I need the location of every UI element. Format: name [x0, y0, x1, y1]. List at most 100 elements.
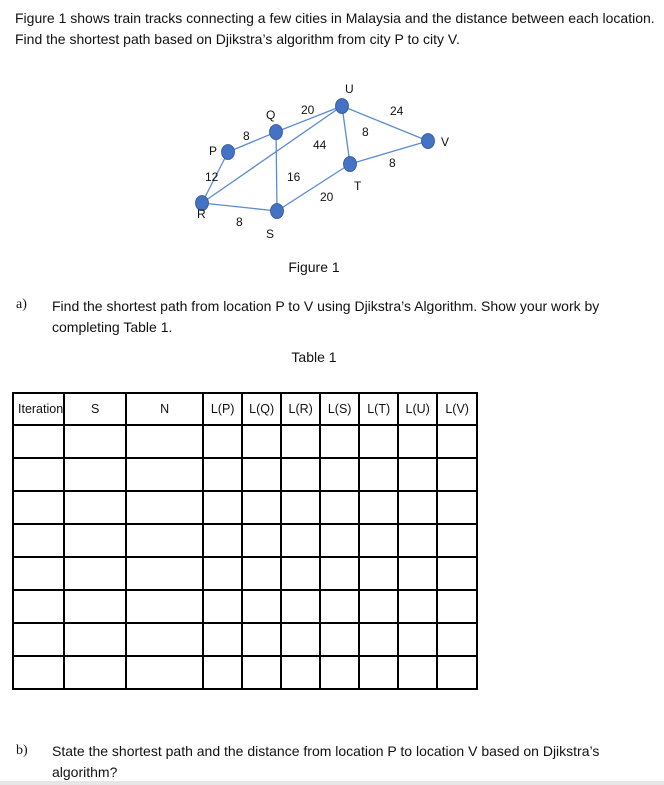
table-cell[interactable] [241, 457, 283, 492]
edge-weight-q-u: 20 [301, 103, 315, 117]
table-cell[interactable] [397, 523, 439, 558]
table-cell[interactable] [319, 556, 361, 591]
table-cell[interactable] [11, 655, 66, 690]
table-cell[interactable] [358, 622, 400, 657]
table-cell[interactable] [397, 490, 439, 525]
table-cell[interactable] [11, 556, 66, 591]
table-cell[interactable] [11, 589, 66, 624]
header-n: N [125, 392, 205, 426]
header-iteration: Iteration [11, 392, 66, 426]
table-cell[interactable] [11, 523, 66, 558]
table-cell[interactable] [280, 655, 322, 690]
table-cell[interactable] [241, 490, 283, 525]
table-cell[interactable] [63, 523, 128, 558]
table-cell[interactable] [358, 490, 400, 525]
table-cell[interactable] [202, 655, 244, 690]
table-cell[interactable] [319, 490, 361, 525]
table-cell[interactable] [436, 589, 479, 624]
table-caption: Table 1 [291, 349, 337, 365]
table-cell[interactable] [319, 589, 361, 624]
edge-weight-u-v: 24 [390, 104, 404, 118]
table-cell[interactable] [397, 424, 439, 459]
part-b-label: b) [16, 743, 28, 758]
table-cell[interactable] [125, 622, 205, 657]
table-cell[interactable] [397, 556, 439, 591]
table-cell[interactable] [436, 622, 479, 657]
table-cell[interactable] [125, 655, 205, 690]
table-cell[interactable] [11, 424, 66, 459]
table-cell[interactable] [319, 424, 361, 459]
edge-weight-q-s: 16 [287, 170, 301, 184]
table-cell[interactable] [358, 556, 400, 591]
table-cell[interactable] [319, 523, 361, 558]
table-cell[interactable] [280, 523, 322, 558]
table-cell[interactable] [63, 655, 128, 690]
table-cell[interactable] [280, 589, 322, 624]
table-cell[interactable] [241, 589, 283, 624]
table-cell[interactable] [358, 655, 400, 690]
part-a-text: Find the shortest path from location P t… [52, 298, 600, 335]
table-cell[interactable] [63, 556, 128, 591]
table-cell[interactable] [319, 457, 361, 492]
table-row [11, 424, 479, 459]
table-cell[interactable] [280, 457, 322, 492]
table-cell[interactable] [63, 457, 128, 492]
table-cell[interactable] [63, 424, 128, 459]
node-label-u: U [345, 82, 354, 96]
table-cell[interactable] [63, 589, 128, 624]
table-cell[interactable] [125, 523, 205, 558]
table-cell[interactable] [280, 622, 322, 657]
table-cell[interactable] [125, 457, 205, 492]
table-cell[interactable] [241, 655, 283, 690]
table-cell[interactable] [202, 523, 244, 558]
node-p [221, 144, 235, 160]
table-cell[interactable] [397, 655, 439, 690]
table-cell[interactable] [202, 424, 244, 459]
edge-weight-r-u: 44 [313, 138, 327, 152]
table-cell[interactable] [397, 622, 439, 657]
table-cell[interactable] [358, 589, 400, 624]
node-t [343, 156, 357, 172]
edge-u-t [341, 105, 351, 165]
table-cell[interactable] [125, 490, 205, 525]
node-label-t: T [354, 179, 362, 193]
table-cell[interactable] [11, 622, 66, 657]
table-cell[interactable] [202, 622, 244, 657]
table-row [11, 622, 479, 657]
table-cell[interactable] [125, 556, 205, 591]
table-cell[interactable] [280, 424, 322, 459]
table-cell[interactable] [11, 457, 66, 492]
table-cell[interactable] [280, 490, 322, 525]
table-cell[interactable] [202, 556, 244, 591]
table-cell[interactable] [319, 622, 361, 657]
table-cell[interactable] [436, 556, 479, 591]
table-cell[interactable] [358, 523, 400, 558]
table-cell[interactable] [358, 424, 400, 459]
table-cell[interactable] [241, 556, 283, 591]
table-cell[interactable] [436, 424, 479, 459]
node-label-p: P [209, 144, 217, 158]
table-cell[interactable] [241, 523, 283, 558]
table-cell[interactable] [436, 655, 479, 690]
table-cell[interactable] [241, 424, 283, 459]
table-cell[interactable] [358, 457, 400, 492]
table-cell[interactable] [63, 622, 128, 657]
table-cell[interactable] [63, 490, 128, 525]
table-cell[interactable] [202, 457, 244, 492]
table-cell[interactable] [436, 490, 479, 525]
table-cell[interactable] [125, 589, 205, 624]
table-cell[interactable] [125, 424, 205, 459]
table-cell[interactable] [202, 589, 244, 624]
table-cell[interactable] [319, 655, 361, 690]
table-row [11, 490, 479, 525]
table-cell[interactable] [397, 457, 439, 492]
table-cell[interactable] [397, 589, 439, 624]
table-cell[interactable] [202, 490, 244, 525]
table-cell[interactable] [436, 457, 479, 492]
table-cell[interactable] [11, 490, 66, 525]
table-cell[interactable] [436, 523, 479, 558]
table-cell[interactable] [241, 622, 283, 657]
header-s: S [63, 392, 128, 426]
edge-weight-r-s: 8 [236, 215, 243, 229]
table-cell[interactable] [280, 556, 322, 591]
